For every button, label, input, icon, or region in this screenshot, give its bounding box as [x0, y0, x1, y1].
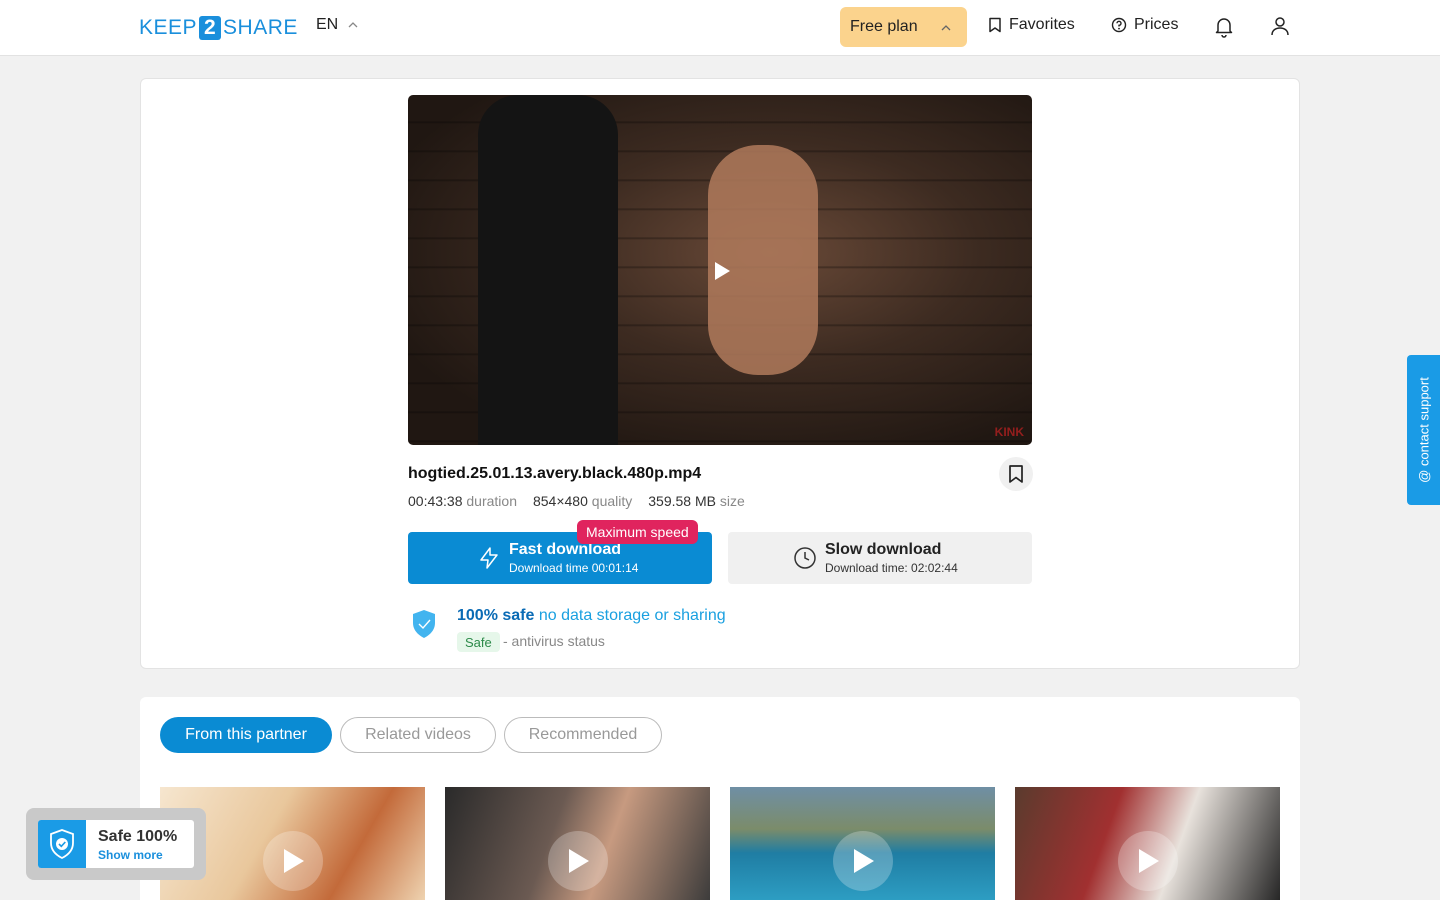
clock-icon [794, 547, 816, 569]
logo-text-left: KEEP [139, 16, 198, 39]
bookmark-button[interactable] [999, 457, 1033, 491]
bookmark-icon [1009, 465, 1023, 483]
antivirus-badge: Safe [457, 632, 500, 652]
play-icon [284, 849, 304, 873]
safe-toast[interactable]: Safe 100% Show more [26, 808, 206, 880]
video-thumbnail[interactable] [445, 787, 710, 900]
video-preview[interactable]: KINK [408, 95, 1032, 445]
quality-value: 854×480 [532, 493, 588, 509]
duration-label: duration [466, 493, 517, 509]
play-button[interactable] [263, 831, 323, 891]
play-button[interactable] [1118, 831, 1178, 891]
size-value: 359.58 MB [648, 493, 716, 509]
language-label: EN [316, 16, 339, 33]
tab-recommended[interactable]: Recommended [504, 717, 662, 753]
duration-meta: 00:43:38 duration [408, 493, 517, 509]
site-logo[interactable]: KEEP 2 SHARE [139, 14, 298, 42]
tab-related-videos[interactable]: Related videos [340, 717, 496, 753]
safety-headline: 100% safe [457, 607, 535, 624]
quality-label: quality [591, 493, 633, 509]
plan-button[interactable]: Free plan [840, 7, 967, 47]
safe-toast-icon-box [38, 820, 86, 868]
prices-link[interactable]: Prices [1111, 16, 1178, 34]
show-more-link[interactable]: Show more [98, 848, 163, 862]
top-header: KEEP 2 SHARE EN Free plan Favorites Pric… [0, 0, 1440, 56]
play-icon [854, 849, 874, 873]
duration-value: 00:43:38 [408, 493, 463, 509]
plan-label: Free plan [850, 18, 918, 35]
favorites-label: Favorites [1009, 16, 1075, 33]
contact-support-tab[interactable]: @ contact support [1407, 355, 1440, 505]
play-icon [1139, 849, 1159, 873]
video-subject [478, 95, 618, 445]
size-label: size [719, 493, 745, 509]
user-icon[interactable] [1268, 14, 1292, 38]
video-thumbnail[interactable] [1015, 787, 1280, 900]
watermark: KINK [994, 425, 1024, 439]
quality-meta: 854×480 quality [533, 493, 632, 509]
help-circle-icon [1111, 17, 1127, 33]
bell-icon[interactable] [1212, 14, 1236, 38]
video-thumbnail[interactable] [730, 787, 995, 900]
favorites-link[interactable]: Favorites [988, 16, 1075, 34]
prices-label: Prices [1134, 16, 1179, 33]
chevron-up-icon [941, 25, 951, 31]
contact-support-label: @ contact support [1416, 377, 1431, 483]
slow-download-time: Download time: 02:02:44 [825, 561, 958, 575]
safety-info: 100% safe no data storage or sharing [457, 607, 726, 625]
slow-download-button[interactable]: Slow download Download time: 02:02:44 [728, 532, 1032, 584]
safety-tagline: no data storage or sharing [538, 607, 726, 624]
safe-toast-body: Safe 100% Show more [38, 820, 194, 868]
antivirus-status: - antivirus status [503, 633, 605, 649]
size-meta: 359.58 MB size [648, 493, 745, 509]
shield-check-icon [50, 829, 74, 859]
chevron-up-icon [348, 22, 358, 28]
shield-check-icon [413, 610, 435, 638]
bookmark-icon [989, 17, 1001, 33]
logo-text-right: SHARE [223, 16, 298, 39]
fast-download-time: Download time 00:01:14 [509, 561, 639, 575]
play-icon[interactable] [712, 260, 732, 282]
logo-badge: 2 [199, 16, 222, 40]
file-meta: 00:43:38 duration 854×480 quality 359.58… [408, 493, 745, 509]
slow-download-title: Slow download [825, 541, 942, 558]
file-name: hogtied.25.01.13.avery.black.480p.mp4 [408, 465, 702, 482]
play-button[interactable] [548, 831, 608, 891]
max-speed-badge: Maximum speed [577, 520, 698, 544]
lightning-icon [480, 547, 498, 569]
language-selector[interactable]: EN [316, 16, 358, 34]
safe-toast-title: Safe 100% [98, 828, 178, 845]
play-button[interactable] [833, 831, 893, 891]
play-icon [569, 849, 589, 873]
tab-from-partner[interactable]: From this partner [160, 717, 332, 753]
